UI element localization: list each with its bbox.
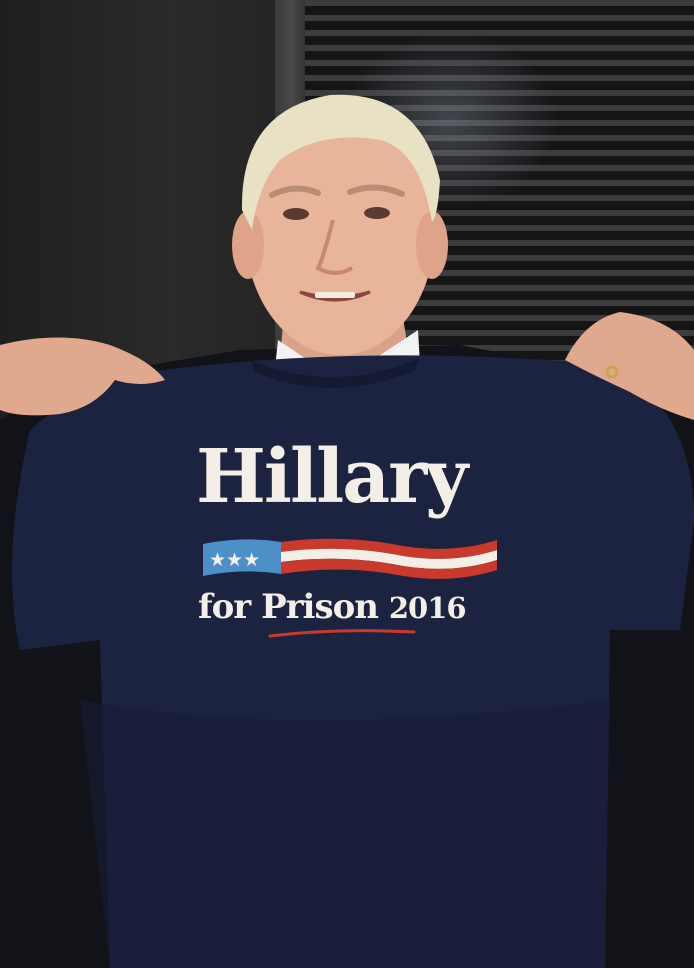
right-eye bbox=[364, 207, 390, 219]
left-eye bbox=[283, 208, 309, 220]
photo-scene: Hillary ★★★ for Prison 2016 bbox=[0, 0, 694, 968]
teeth bbox=[315, 292, 355, 298]
shirt-shadow bbox=[80, 700, 610, 968]
man-holding-shirt bbox=[0, 94, 694, 968]
